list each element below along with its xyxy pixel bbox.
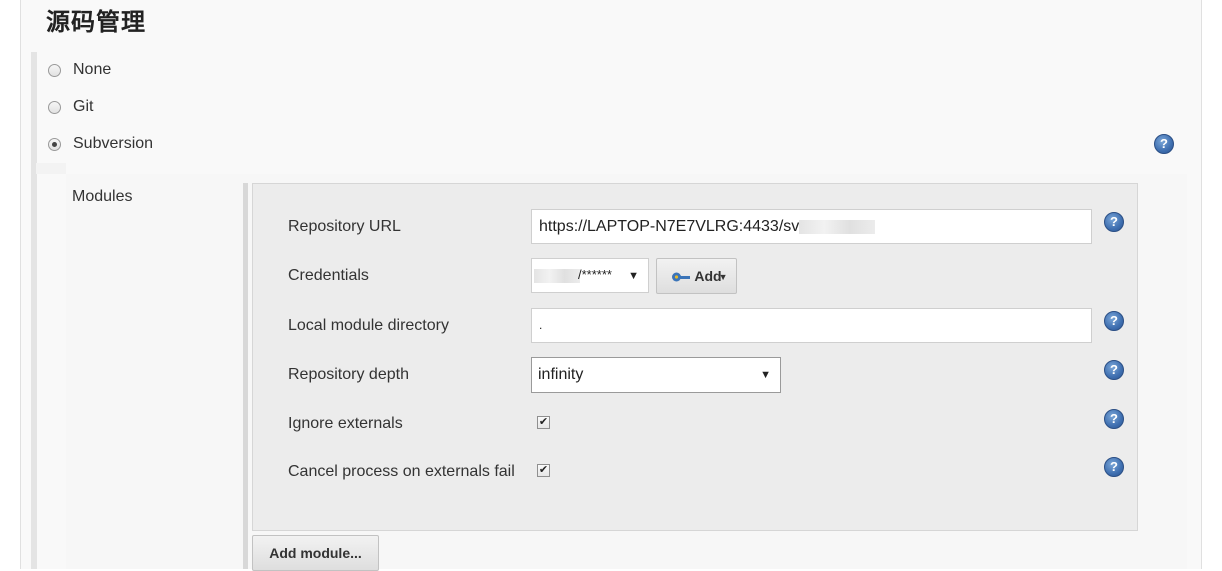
redacted-text bbox=[799, 219, 876, 234]
checkmark-icon: ✔ bbox=[538, 464, 549, 476]
radio-label-subversion: Subversion bbox=[73, 135, 154, 152]
help-icon[interactable]: ? bbox=[1104, 360, 1124, 380]
credentials-label: Credentials bbox=[288, 267, 369, 284]
help-icon[interactable]: ? bbox=[1104, 457, 1124, 477]
redacted-text bbox=[534, 269, 580, 283]
help-icon[interactable]: ? bbox=[1104, 212, 1124, 232]
radio-button-selected[interactable] bbox=[48, 137, 61, 151]
repository-depth-select[interactable]: infinity ▼ bbox=[531, 357, 781, 393]
checkmark-icon: ✔ bbox=[538, 416, 549, 428]
local-module-directory-value: . bbox=[539, 318, 543, 332]
radio-button[interactable] bbox=[48, 100, 61, 114]
repository-url-value: https://LAPTOP-N7E7VLRG:4433/sv bbox=[539, 218, 800, 235]
add-credentials-button[interactable]: Add▼ bbox=[656, 258, 737, 294]
ignore-externals-checkbox[interactable]: ✔ bbox=[537, 416, 550, 429]
repository-depth-label: Repository depth bbox=[288, 366, 409, 383]
radio-label-git: Git bbox=[73, 98, 94, 115]
cancel-process-label: Cancel process on externals fail bbox=[288, 463, 515, 480]
local-module-directory-input[interactable]: . bbox=[531, 308, 1092, 343]
repository-url-input[interactable]: https://LAPTOP-N7E7VLRG:4433/sv bbox=[531, 209, 1092, 244]
repository-url-label: Repository URL bbox=[288, 218, 401, 235]
credentials-selected-value: /****** bbox=[578, 267, 612, 282]
chevron-down-icon: ▼ bbox=[628, 269, 639, 282]
radio-scm-none[interactable]: None bbox=[48, 58, 111, 82]
section-indent-bar bbox=[31, 52, 37, 569]
help-icon[interactable]: ? bbox=[1104, 311, 1124, 331]
radio-button[interactable] bbox=[48, 63, 61, 77]
chevron-down-icon: ▼ bbox=[718, 272, 728, 282]
credentials-select[interactable]: /****** ▼ bbox=[531, 258, 649, 293]
add-credentials-label: Add bbox=[694, 268, 722, 284]
add-module-button[interactable]: Add module... bbox=[252, 535, 379, 571]
help-icon[interactable]: ? bbox=[1104, 409, 1124, 429]
radio-label-none: None bbox=[73, 61, 112, 78]
key-icon bbox=[672, 272, 690, 282]
subversion-indent-bar bbox=[36, 163, 66, 174]
radio-scm-git[interactable]: Git bbox=[48, 95, 93, 119]
help-icon[interactable]: ? bbox=[1154, 134, 1174, 154]
local-module-directory-label: Local module directory bbox=[288, 317, 449, 334]
modules-label: Modules bbox=[72, 188, 133, 205]
chevron-down-icon: ▼ bbox=[760, 369, 771, 381]
ignore-externals-label: Ignore externals bbox=[288, 415, 403, 432]
cancel-process-checkbox[interactable]: ✔ bbox=[537, 464, 550, 477]
modules-indent-bar bbox=[243, 183, 248, 569]
repository-depth-value: infinity bbox=[538, 366, 584, 383]
section-title: 源码管理 bbox=[46, 9, 146, 36]
radio-scm-subversion[interactable]: Subversion bbox=[48, 132, 153, 156]
